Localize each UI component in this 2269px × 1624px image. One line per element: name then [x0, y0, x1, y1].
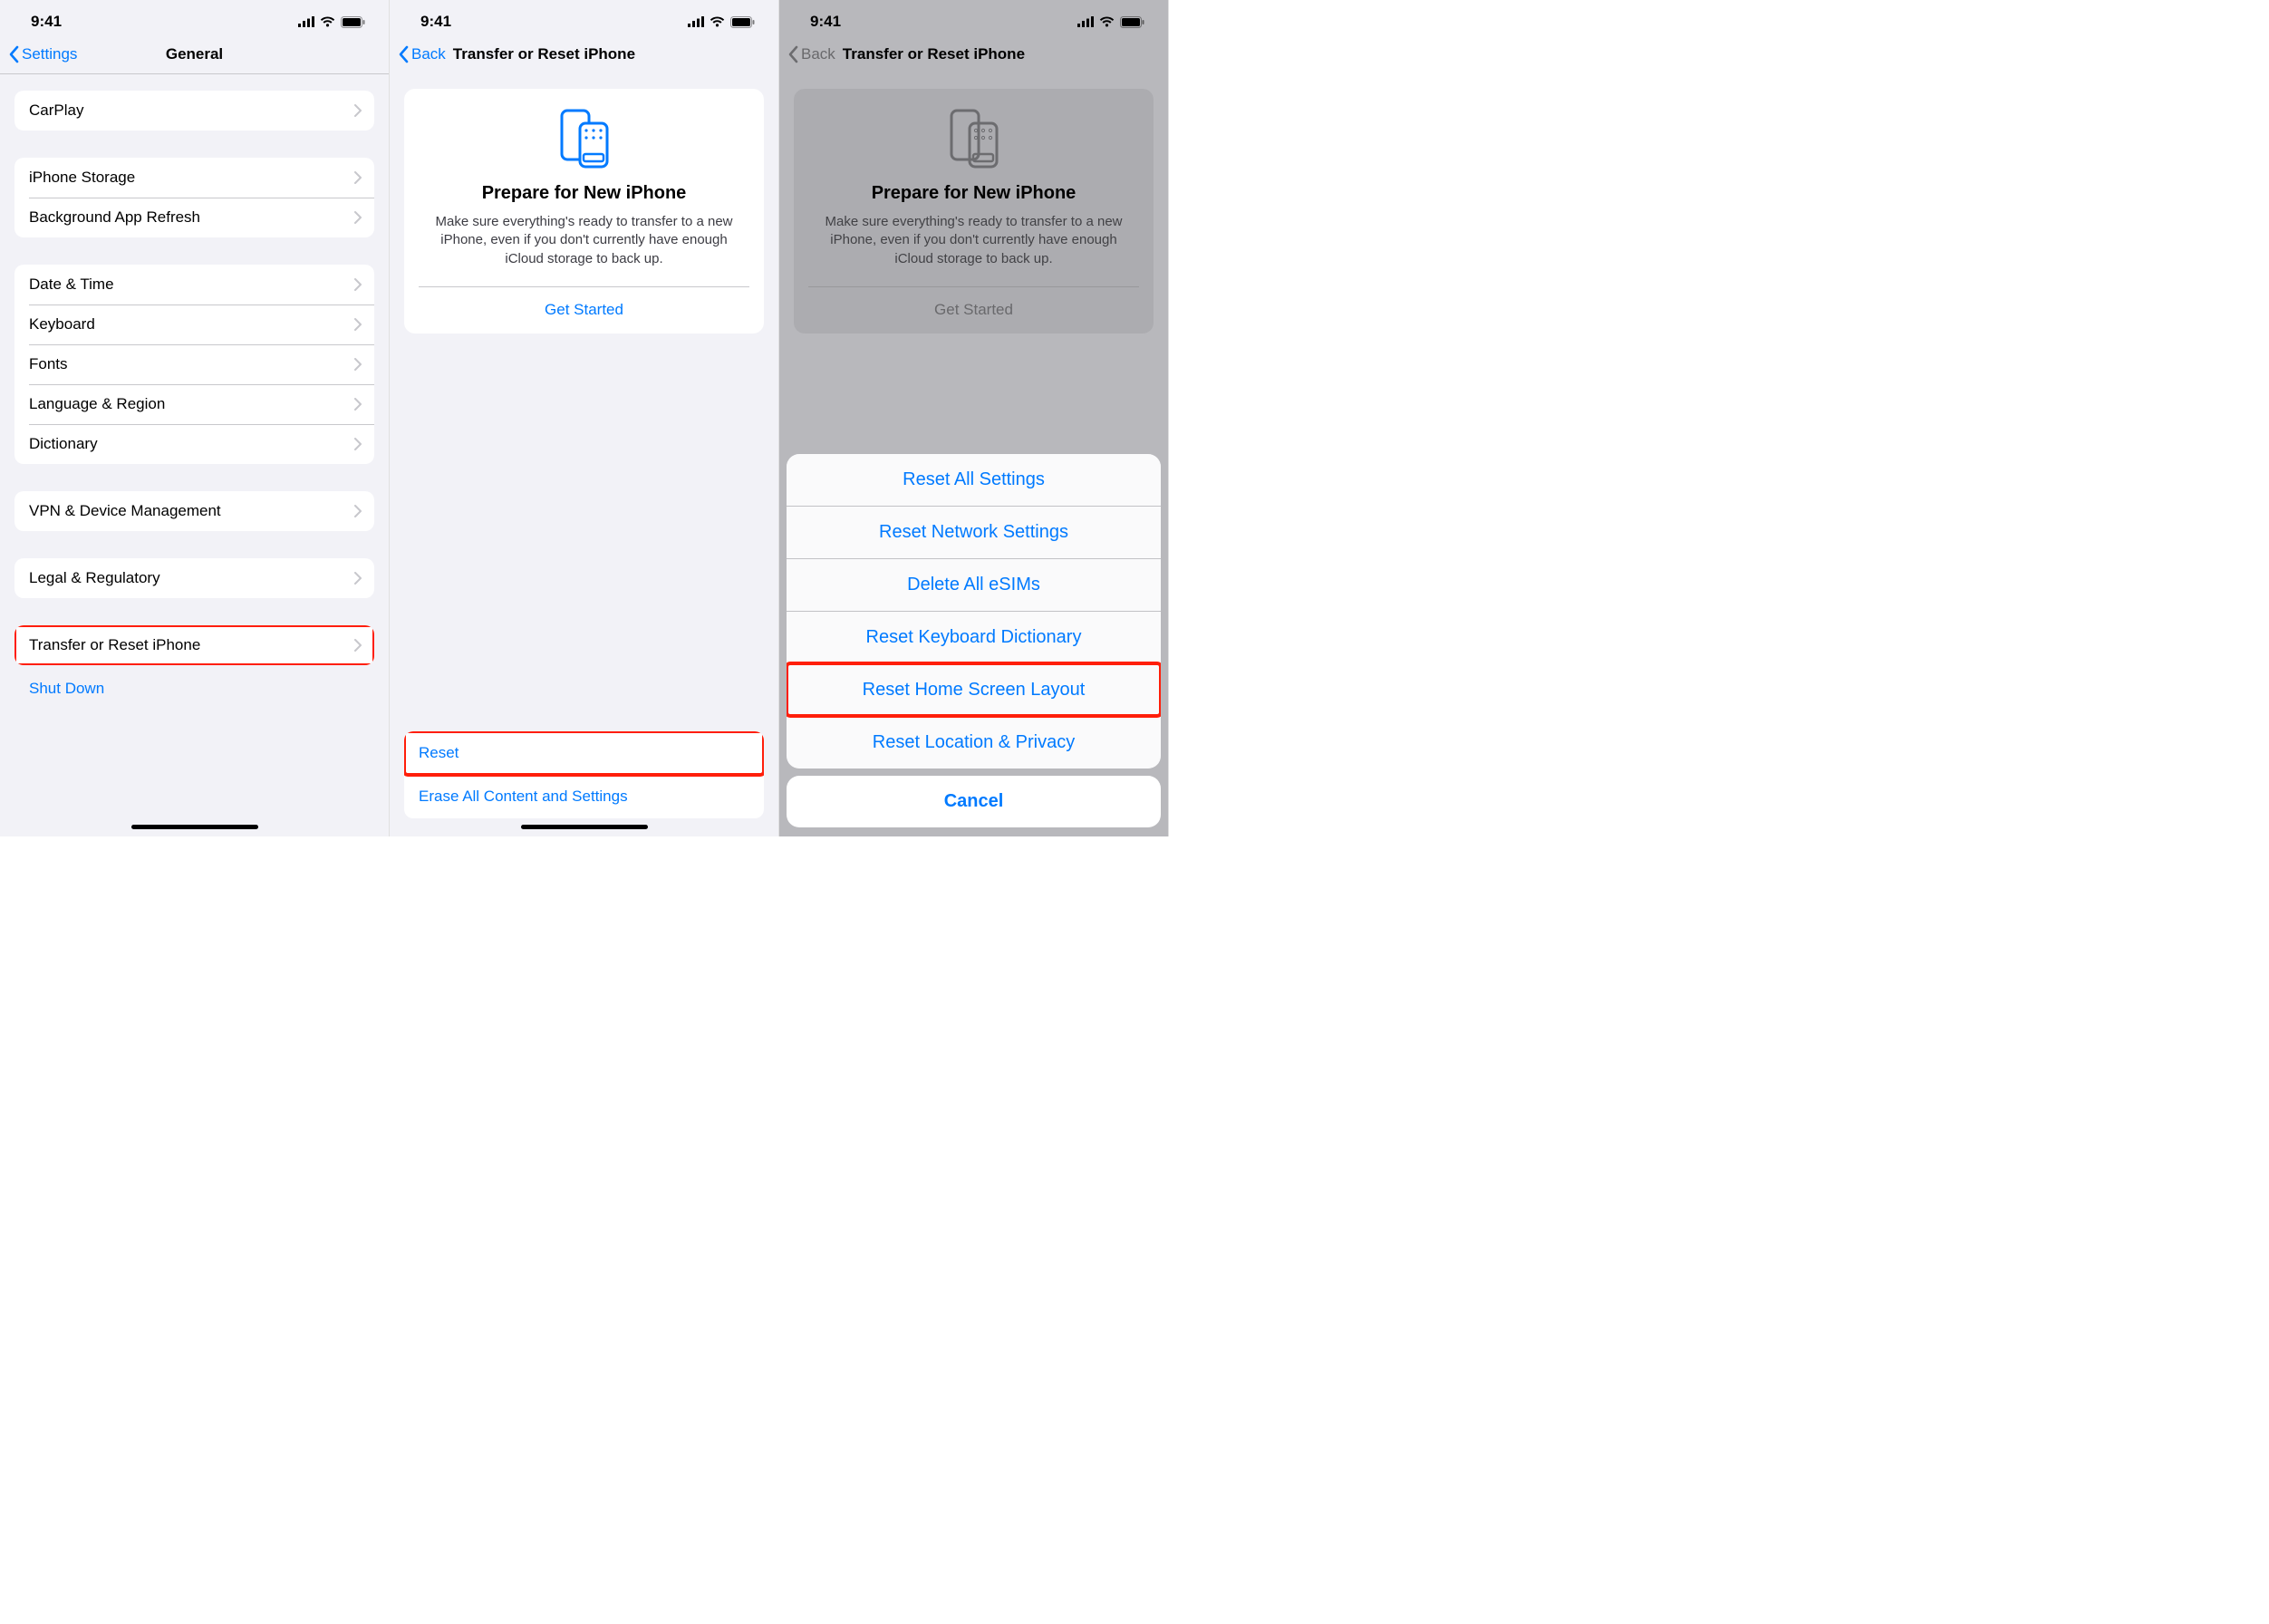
shutdown-label: Shut Down [29, 680, 362, 698]
panel-general: 9:41 Settings General CarPlay iPhone Stor… [0, 0, 390, 836]
chevron-right-icon [354, 572, 362, 585]
status-bar: 9:41 [0, 0, 389, 34]
nav-bar: Back Transfer or Reset iPhone [390, 34, 778, 74]
settings-row[interactable]: Keyboard [14, 304, 374, 344]
row-label: Date & Time [29, 276, 354, 294]
settings-group: Transfer or Reset iPhone [14, 625, 374, 665]
settings-row[interactable]: Dictionary [14, 424, 374, 464]
chevron-right-icon [354, 318, 362, 331]
settings-row[interactable]: Date & Time [14, 265, 374, 304]
nav-title: Transfer or Reset iPhone [453, 45, 635, 63]
settings-row[interactable]: Language & Region [14, 384, 374, 424]
cellular-icon [298, 16, 314, 27]
settings-row[interactable]: Transfer or Reset iPhone [14, 625, 374, 665]
row-label: Erase All Content and Settings [419, 788, 749, 806]
sheet-option[interactable]: Reset Keyboard Dictionary [787, 611, 1161, 663]
settings-group: VPN & Device Management [14, 491, 374, 531]
bottom-actions: Reset Erase All Content and Settings [404, 731, 764, 818]
settings-group: CarPlay [14, 91, 374, 130]
prepare-card: Prepare for New iPhone Make sure everyth… [404, 89, 764, 334]
panel-transfer-reset: 9:41 Back Transfer or Reset iPhone Prepa… [390, 0, 779, 836]
content[interactable]: CarPlay iPhone Storage Background App Refr… [0, 78, 389, 836]
sheet-option[interactable]: Reset Network Settings [787, 506, 1161, 558]
row-label: Transfer or Reset iPhone [29, 636, 354, 654]
status-bar: 9:41 [390, 0, 778, 34]
status-icons [298, 16, 365, 28]
row-label: iPhone Storage [29, 169, 354, 187]
shutdown-row[interactable]: Shut Down [14, 669, 374, 709]
sheet-option[interactable]: Reset All Settings [787, 454, 1161, 506]
transfer-icon [404, 102, 764, 183]
sheet-option[interactable]: Reset Location & Privacy [787, 716, 1161, 768]
back-button[interactable]: Settings [9, 45, 77, 63]
row-label: Legal & Regulatory [29, 569, 354, 587]
row-label: Keyboard [29, 315, 354, 334]
get-started-button[interactable]: Get Started [404, 286, 764, 334]
row-label: Dictionary [29, 435, 354, 453]
home-indicator[interactable] [131, 825, 258, 829]
sheet-option[interactable]: Delete All eSIMs [787, 558, 1161, 611]
card-body: Make sure everything's ready to transfer… [404, 213, 764, 286]
cancel-button[interactable]: Cancel [787, 776, 1161, 827]
chevron-left-icon [399, 45, 410, 63]
action-row[interactable]: Erase All Content and Settings [404, 775, 764, 818]
action-sheet: Reset All SettingsReset Network Settings… [787, 454, 1161, 827]
home-indicator[interactable] [521, 825, 648, 829]
chevron-right-icon [354, 639, 362, 652]
sheet-option[interactable]: Reset Home Screen Layout [787, 663, 1161, 716]
settings-row[interactable]: Background App Refresh [14, 198, 374, 237]
chevron-right-icon [354, 171, 362, 184]
action-row[interactable]: Reset [404, 731, 764, 775]
chevron-right-icon [354, 358, 362, 371]
chevron-right-icon [354, 278, 362, 291]
back-label: Settings [22, 45, 77, 63]
settings-row[interactable]: CarPlay [14, 91, 374, 130]
nav-bar: Settings General [0, 34, 389, 74]
settings-row[interactable]: VPN & Device Management [14, 491, 374, 531]
chevron-right-icon [354, 104, 362, 117]
chevron-right-icon [354, 505, 362, 517]
status-time: 9:41 [31, 13, 62, 31]
row-label: VPN & Device Management [29, 502, 354, 520]
settings-row[interactable]: Legal & Regulatory [14, 558, 374, 598]
battery-icon [341, 16, 365, 28]
chevron-right-icon [354, 398, 362, 411]
cellular-icon [688, 16, 704, 27]
back-button[interactable]: Back [399, 45, 446, 63]
chevron-left-icon [9, 45, 20, 63]
battery-icon [730, 16, 755, 28]
row-label: Fonts [29, 355, 354, 373]
nav-title: General [166, 45, 223, 63]
back-label: Back [411, 45, 446, 63]
row-label: Background App Refresh [29, 208, 354, 227]
card-heading: Prepare for New iPhone [404, 183, 764, 213]
settings-group: Date & Time Keyboard Fonts Language & Regio… [14, 265, 374, 464]
settings-group: iPhone Storage Background App Refresh [14, 158, 374, 237]
row-label: Language & Region [29, 395, 354, 413]
settings-row[interactable]: iPhone Storage [14, 158, 374, 198]
settings-row[interactable]: Fonts [14, 344, 374, 384]
row-label: Reset [419, 744, 749, 762]
panel-reset-sheet: 9:41 Back Transfer or Reset iPhone Prepa… [779, 0, 1169, 836]
chevron-right-icon [354, 211, 362, 224]
row-label: CarPlay [29, 102, 354, 120]
chevron-right-icon [354, 438, 362, 450]
status-time: 9:41 [420, 13, 451, 31]
status-icons [688, 16, 755, 28]
wifi-icon [710, 16, 725, 27]
settings-group: Legal & Regulatory [14, 558, 374, 598]
wifi-icon [320, 16, 335, 27]
